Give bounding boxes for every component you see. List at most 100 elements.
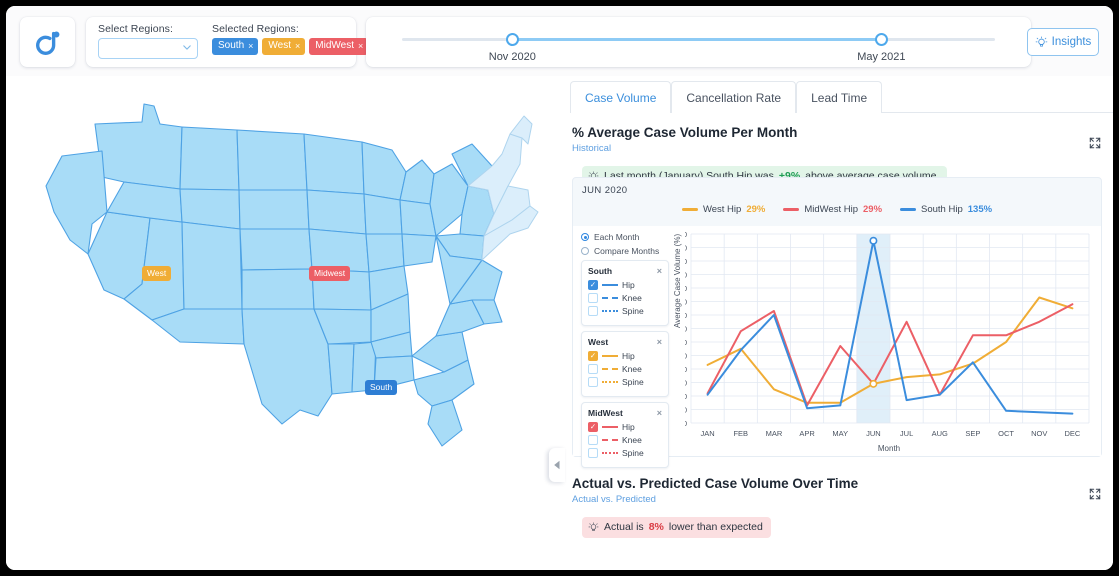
svg-text:90: 90 xyxy=(685,298,687,307)
insights-button-label: Insights xyxy=(1052,36,1092,48)
app-window: Select Regions: Selected Regions: South … xyxy=(6,6,1113,570)
checkbox[interactable] xyxy=(588,351,598,361)
legend-item-west-hip[interactable]: West Hip 29% xyxy=(682,204,765,215)
chip-remove-icon[interactable]: × xyxy=(248,42,253,51)
checkbox[interactable] xyxy=(588,422,598,432)
map-pin-midwest[interactable]: Midwest xyxy=(309,266,350,281)
series-row-west-knee[interactable]: Knee xyxy=(588,364,662,374)
line-style-solid-icon xyxy=(602,426,618,428)
svg-text:40: 40 xyxy=(685,365,687,374)
series-card-west: West × Hip Knee xyxy=(581,331,669,397)
svg-text:SEP: SEP xyxy=(965,429,980,438)
checkbox[interactable] xyxy=(588,435,598,445)
tab-cancellation-rate[interactable]: Cancellation Rate xyxy=(671,81,796,113)
svg-text:FEB: FEB xyxy=(733,429,748,438)
select-regions-dropdown[interactable] xyxy=(98,38,198,59)
top-toolbar: Select Regions: Selected Regions: South … xyxy=(6,6,1113,76)
checkbox[interactable] xyxy=(588,377,598,387)
series-row-south-spine[interactable]: Spine xyxy=(588,306,662,316)
panel-collapse-handle[interactable] xyxy=(549,448,565,482)
svg-text:DEC: DEC xyxy=(1064,429,1080,438)
legend-item-midwest-hip[interactable]: MidWest Hip 29% xyxy=(783,204,882,215)
series-row-west-spine[interactable]: Spine xyxy=(588,377,662,387)
legend-value: 135% xyxy=(968,204,992,215)
series-card-remove-icon[interactable]: × xyxy=(657,266,662,276)
series-row-south-knee[interactable]: Knee xyxy=(588,293,662,303)
chip-label: West xyxy=(268,41,291,51)
svg-text:120: 120 xyxy=(685,257,687,266)
legend-label: South Hip xyxy=(921,204,963,215)
checkbox[interactable] xyxy=(588,448,598,458)
svg-text:MAR: MAR xyxy=(766,429,783,438)
checkbox[interactable] xyxy=(588,293,598,303)
map-pin-label: South xyxy=(370,382,392,392)
legend-swatch xyxy=(900,208,916,211)
data-point-marker xyxy=(870,238,876,244)
series-row-south-hip[interactable]: Hip xyxy=(588,280,662,290)
svg-text:AUG: AUG xyxy=(932,429,948,438)
series-row-midwest-spine[interactable]: Spine xyxy=(588,448,662,458)
series-row-midwest-hip[interactable]: Hip xyxy=(588,422,662,432)
expand-chart2-icon[interactable] xyxy=(1089,488,1101,500)
tab-lead-time[interactable]: Lead Time xyxy=(796,81,882,113)
usa-map[interactable] xyxy=(32,94,542,454)
legend-value: 29% xyxy=(746,204,765,215)
checkbox[interactable] xyxy=(588,280,598,290)
slider-start-label: Nov 2020 xyxy=(489,51,536,63)
date-range-slider-card: Nov 2020 May 2021 xyxy=(366,17,1031,67)
expand-chart1-icon[interactable] xyxy=(1089,137,1101,149)
tab-label: Case Volume xyxy=(585,91,656,105)
series-row-west-hip[interactable]: Hip xyxy=(588,351,662,361)
series-card-remove-icon[interactable]: × xyxy=(657,337,662,347)
series-row-label: Spine xyxy=(622,306,644,316)
series-card-remove-icon[interactable]: × xyxy=(657,408,662,418)
app-logo-button[interactable] xyxy=(20,17,75,67)
tab-case-volume[interactable]: Case Volume xyxy=(570,81,671,113)
slider-handle-end[interactable] xyxy=(875,33,888,46)
view-mode-radios: Each Month Compare Months xyxy=(581,232,659,260)
date-range-slider[interactable]: Nov 2020 May 2021 xyxy=(366,17,1031,67)
region-filter-card: Select Regions: Selected Regions: South … xyxy=(86,17,356,67)
chip-remove-icon[interactable]: × xyxy=(358,42,363,51)
series-row-label: Hip xyxy=(622,422,635,432)
insight-value: 8% xyxy=(649,521,664,533)
series-card-title: MidWest xyxy=(588,408,623,418)
series-row-midwest-knee[interactable]: Knee xyxy=(588,435,662,445)
svg-text:JUN: JUN xyxy=(866,429,881,438)
svg-text:OCT: OCT xyxy=(998,429,1014,438)
chart1-title: % Average Case Volume Per Month xyxy=(572,125,1113,140)
case-volume-line-chart[interactable]: 0102030405060708090100110120130140JANFEB… xyxy=(685,228,1095,453)
line-style-dotted-icon xyxy=(602,310,618,312)
region-chip-west[interactable]: West × xyxy=(262,38,305,55)
insights-button[interactable]: Insights xyxy=(1027,28,1099,56)
legend-item-south-hip[interactable]: South Hip 135% xyxy=(900,204,992,215)
series-card-midwest: MidWest × Hip Knee xyxy=(581,402,669,468)
case-volume-chart-block: JUN 2020 West Hip 29% MidWest Hip 29% So… xyxy=(572,177,1102,457)
svg-text:100: 100 xyxy=(685,284,687,293)
map-pin-west[interactable]: West xyxy=(142,266,171,281)
map-pin-south[interactable]: South xyxy=(365,380,397,395)
legend-swatch xyxy=(783,208,799,211)
slider-handle-start[interactable] xyxy=(506,33,519,46)
chip-remove-icon[interactable]: × xyxy=(295,42,300,51)
region-chip-midwest[interactable]: MidWest × xyxy=(309,38,368,55)
chart-y-axis-title: Average Case Volume (%) xyxy=(673,234,682,328)
checkbox[interactable] xyxy=(588,306,598,316)
chart-month-tag: JUN 2020 xyxy=(582,185,627,196)
slider-end-label: May 2021 xyxy=(857,51,905,63)
checkbox[interactable] xyxy=(588,364,598,374)
radio-icon xyxy=(581,233,589,241)
radio-compare-months[interactable]: Compare Months xyxy=(581,246,659,256)
svg-text:MAY: MAY xyxy=(832,429,848,438)
radio-label: Compare Months xyxy=(594,246,659,256)
region-chip-south[interactable]: South × xyxy=(212,38,258,55)
svg-text:140: 140 xyxy=(685,230,687,239)
selected-regions-label: Selected Regions: xyxy=(212,23,368,35)
selected-regions-chips: South × West × MidWest × xyxy=(212,38,368,55)
lightbulb-icon xyxy=(588,522,599,533)
series-card-title: West xyxy=(588,337,608,347)
line-style-dashed-icon xyxy=(602,439,618,441)
radio-each-month[interactable]: Each Month xyxy=(581,232,659,242)
map-pin-label: West xyxy=(147,268,166,278)
select-regions-label: Select Regions: xyxy=(98,23,198,35)
